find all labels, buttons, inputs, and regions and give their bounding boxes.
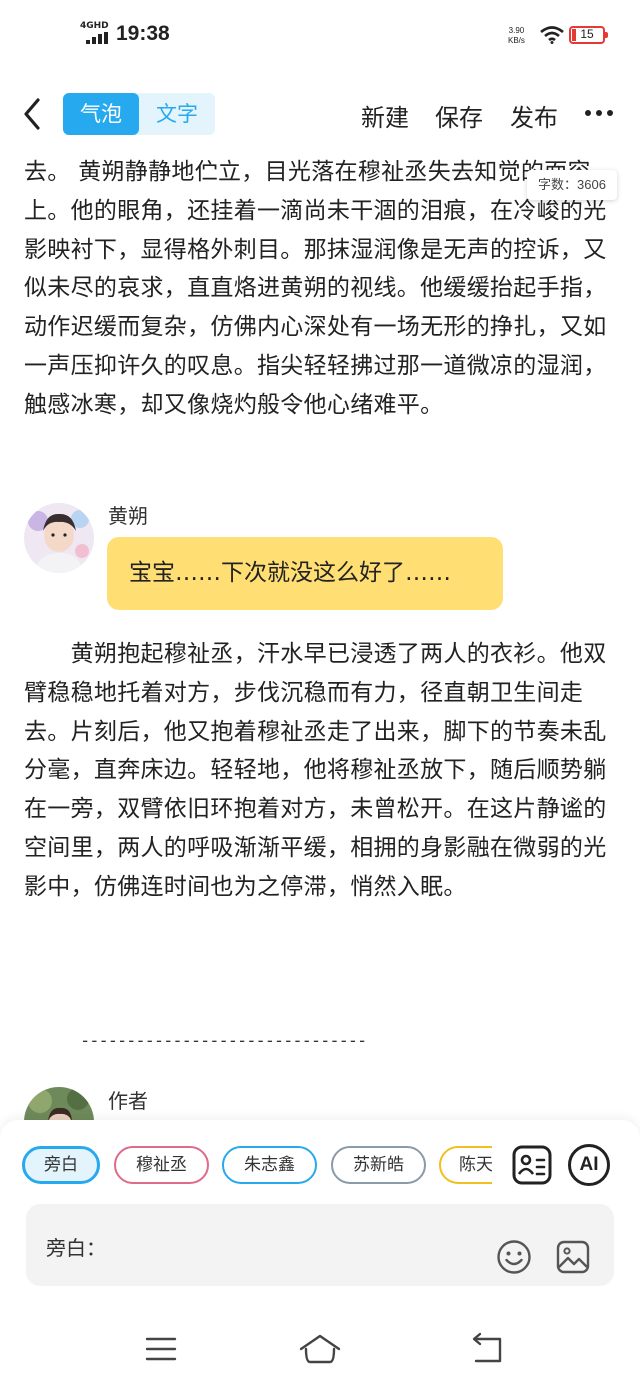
tab-bubble[interactable]: 气泡 <box>63 93 139 135</box>
net-speed-unit: KB/s <box>508 36 525 45</box>
contact-card-icon[interactable] <box>511 1144 553 1186</box>
input-panel: 旁白 穆祉丞 朱志鑫 苏新皓 陈天 AI 旁白： <box>0 1120 640 1315</box>
role-selector: 旁白 穆祉丞 朱志鑫 苏新皓 陈天 <box>22 1146 492 1186</box>
role-chip[interactable]: 陈天 <box>439 1146 492 1184</box>
role-chip[interactable]: 旁白 <box>22 1146 100 1184</box>
word-count-badge: 字数：3606 <box>527 170 617 200</box>
story-content[interactable]: 去。 黄朔静静地伫立，目光落在穆祉丞失去知觉的面容上。他的眼角，还挂着一滴尚未干… <box>0 145 640 1120</box>
section-divider: ------------------------------- <box>80 1031 367 1051</box>
speaker-name: 作者 <box>108 1089 148 1113</box>
clock: 19:38 <box>116 22 170 45</box>
chevron-left-icon[interactable] <box>16 94 52 134</box>
wifi-icon <box>540 26 564 44</box>
editor-header: 气泡 文字 新建 保存 发布 <box>0 84 640 144</box>
narration-paragraph: 黄朔抱起穆祉丞，汗水早已浸透了两人的衣衫。他双臂稳稳地托着对方，步伐沉稳而有力，… <box>24 641 607 900</box>
image-icon[interactable] <box>555 1239 591 1275</box>
more-horizontal-icon[interactable] <box>585 110 615 118</box>
ai-icon[interactable]: AI <box>568 1144 610 1186</box>
speaker-name: 黄朔 <box>108 504 148 528</box>
signal-icon <box>86 32 108 44</box>
new-button[interactable]: 新建 <box>361 98 409 133</box>
role-chip[interactable]: 苏新皓 <box>331 1146 426 1184</box>
mode-switch: 气泡 文字 <box>63 93 215 135</box>
emoji-icon[interactable] <box>496 1239 532 1275</box>
publish-button[interactable]: 发布 <box>510 98 558 133</box>
net-speed: 3.90 KB/s <box>508 26 525 46</box>
battery-icon: 15 <box>569 26 608 44</box>
role-chip[interactable]: 穆祉丞 <box>114 1146 209 1184</box>
battery-level: 15 <box>580 27 594 41</box>
tab-text[interactable]: 文字 <box>139 93 215 135</box>
net-speed-value: 3.90 <box>508 26 525 35</box>
role-chip[interactable]: 朱志鑫 <box>222 1146 317 1184</box>
system-nav-bar <box>0 1315 640 1387</box>
avatar <box>24 1087 94 1120</box>
input-role-label: 旁白： <box>46 1236 106 1260</box>
dialogue-bubble[interactable]: 宝宝……下次就没这么好了…… <box>107 537 503 610</box>
save-button[interactable]: 保存 <box>435 98 483 133</box>
avatar <box>24 503 94 573</box>
back-icon[interactable] <box>466 1331 510 1367</box>
dialogue-input[interactable]: 旁白： <box>26 1204 614 1286</box>
network-type: 4GHD <box>80 21 109 31</box>
home-icon[interactable] <box>298 1331 342 1367</box>
menu-icon[interactable] <box>139 1331 183 1367</box>
status-bar: 4GHD 19:38 3.90 KB/s 15 <box>0 0 640 70</box>
